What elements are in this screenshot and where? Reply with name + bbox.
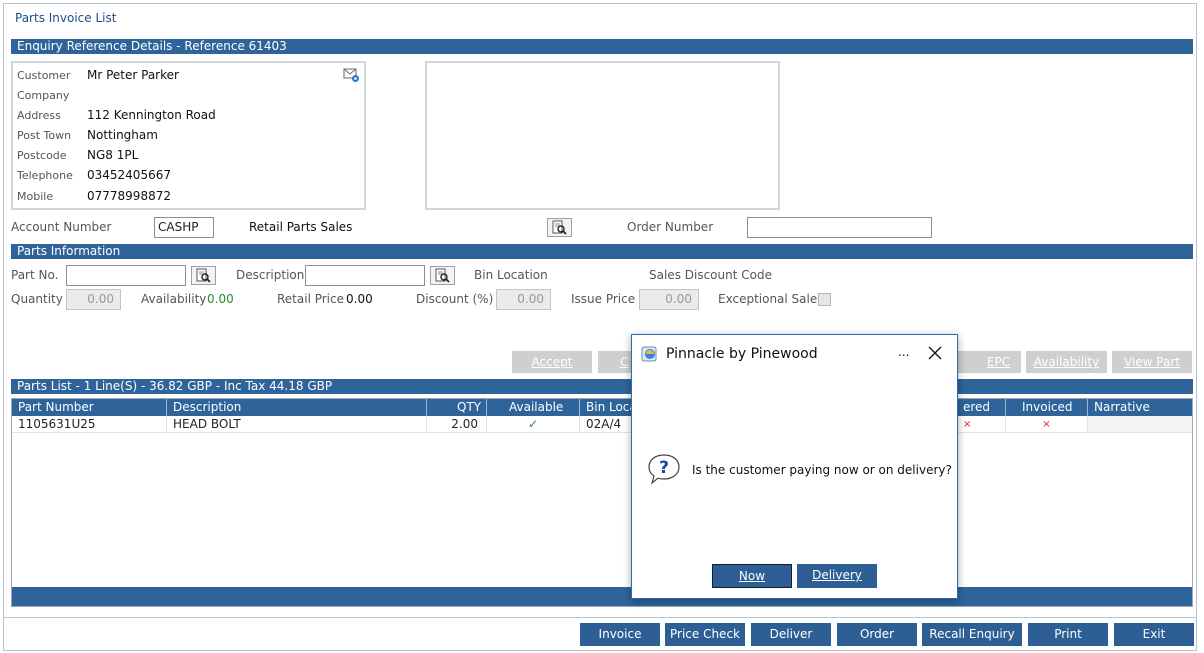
email-settings-icon[interactable] [343,67,361,83]
address-value: 112 Kennington Road [87,108,216,122]
cell-bin-location: 02A/4 [579,416,639,433]
customer-label: Customer [17,69,71,82]
ordered-cross-icon: × [957,416,1005,433]
column-narrative[interactable]: Narrative [1087,399,1192,416]
c-button[interactable]: C [598,351,632,373]
telephone-label: Telephone [17,169,73,182]
footer-divider [3,617,1197,618]
sales-discount-code-label: Sales Discount Code [649,268,772,282]
retail-price-label: Retail Price [277,292,344,306]
search-document-icon [552,220,567,235]
description-input[interactable] [305,265,425,286]
description-label: Description [236,268,305,282]
close-icon[interactable] [926,344,944,362]
postcode-value: NG8 1PL [87,148,139,162]
print-button[interactable]: Print [1028,623,1108,646]
order-number-input[interactable] [747,217,932,238]
parts-list-header-bar: Parts List - 1 Line(S) - 36.82 GBP - Inc… [11,379,1193,394]
discount-label: Discount (%) [416,292,494,306]
enquiry-header-bar: Enquiry Reference Details - Reference 61… [11,39,1193,54]
cell-part-number: 1105631U25 [12,416,166,433]
column-qty[interactable]: QTY [426,399,486,416]
accept-button[interactable]: Accept [512,351,592,373]
view-part-button[interactable]: View Part [1112,351,1192,373]
issue-price-input: 0.00 [639,289,699,310]
exit-button[interactable]: Exit [1114,623,1194,646]
delivery-button[interactable]: Delivery [797,564,877,588]
mobile-value: 07778998872 [87,189,171,203]
description-lookup-button[interactable] [430,266,455,285]
column-description[interactable]: Description [166,399,426,416]
availability-value: 0.00 [207,292,234,306]
issue-price-label: Issue Price [571,292,636,306]
invoiced-cross-icon: × [1005,416,1087,433]
deliver-button[interactable]: Deliver [751,623,831,646]
now-button[interactable]: Now [712,564,792,588]
price-check-button[interactable]: Price Check [665,623,745,646]
dialog-more-button[interactable]: ... [898,345,909,359]
post-town-value: Nottingham [87,128,158,142]
cell-description: HEAD BOLT [166,416,426,433]
dialog-message: Is the customer paying now or on deliver… [692,463,952,477]
part-no-lookup-button[interactable] [191,266,216,285]
app-icon [641,345,659,363]
account-number-label: Account Number [11,220,112,234]
column-available[interactable]: Available [486,399,579,416]
exceptional-sale-checkbox[interactable] [818,293,831,306]
discount-input: 0.00 [496,289,551,310]
account-number-input[interactable]: CASHP [154,217,214,238]
address-label: Address [17,109,61,122]
notes-panel[interactable] [425,61,780,210]
cell-qty: 2.00 [426,416,486,433]
question-icon: ? [648,453,682,485]
page-title: Parts Invoice List [15,11,117,25]
account-name: Retail Parts Sales [249,220,353,234]
parts-information-bar: Parts Information [11,244,1193,259]
table-row[interactable]: 1105631U25 HEAD BOLT 2.00 ✓ 02A/4 × × [12,416,1192,433]
customer-details-panel: Customer Mr Peter Parker Company Address… [11,61,366,210]
column-invoiced[interactable]: Invoiced [1005,399,1087,416]
cell-narrative [1087,416,1192,433]
retail-price-value: 0.00 [346,292,373,306]
epc-button[interactable]: EPC [958,351,1021,373]
invoice-button[interactable]: Invoice [580,623,660,646]
confirm-payment-dialog: Pinnacle by Pinewood ... ? Is the custom… [631,334,958,599]
quantity-input: 0.00 [66,289,121,310]
available-check-icon: ✓ [486,416,579,433]
parts-list-grid: Part Number Description QTY Available Bi… [11,398,1193,607]
telephone-value: 03452405667 [87,168,171,182]
column-bin-location[interactable]: Bin Locat [579,399,639,416]
account-lookup-button[interactable] [547,218,572,237]
postcode-label: Postcode [17,149,67,162]
quantity-label: Quantity [11,292,63,306]
grid-header-row: Part Number Description QTY Available Bi… [12,399,1192,416]
availability-button[interactable]: Availability [1026,351,1107,373]
company-label: Company [17,89,70,102]
svg-text:?: ? [659,458,669,478]
bin-location-label: Bin Location [474,268,548,282]
column-part-number[interactable]: Part Number [12,399,166,416]
dialog-title: Pinnacle by Pinewood [666,346,818,362]
recall-enquiry-button[interactable]: Recall Enquiry [922,623,1022,646]
order-button[interactable]: Order [837,623,917,646]
grid-footer-bar [12,587,1192,606]
search-document-icon [435,268,450,283]
mobile-label: Mobile [17,190,54,203]
part-no-label: Part No. [11,268,59,282]
post-town-label: Post Town [17,129,72,142]
order-number-label: Order Number [627,220,714,234]
exceptional-sale-label: Exceptional Sale [718,292,818,306]
search-document-icon [196,268,211,283]
customer-value: Mr Peter Parker [87,68,179,82]
part-no-input[interactable] [66,265,186,286]
availability-label: Availability [141,292,207,306]
